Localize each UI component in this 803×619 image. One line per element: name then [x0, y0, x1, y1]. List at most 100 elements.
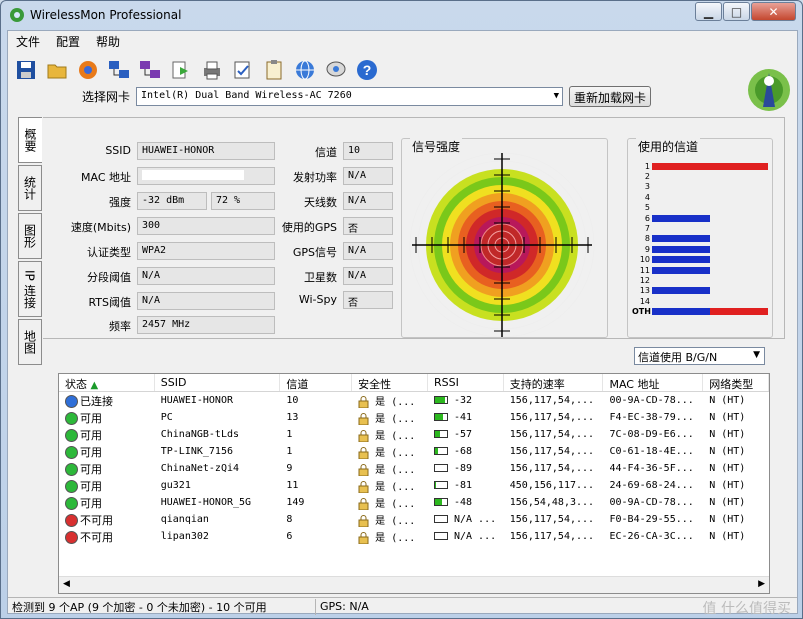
menu-config[interactable]: 配置 — [54, 33, 82, 50]
cell-mac: 00-9A-CD-78... — [609, 395, 694, 406]
table-row[interactable]: 不可用 qianqian 8 是 (... N/A ... 156,117,54,... F… — [59, 511, 769, 528]
rssi-bar — [433, 498, 448, 506]
help-icon[interactable]: ? — [353, 56, 380, 83]
watermark: 值 什么值得买 — [702, 601, 791, 617]
tab-graph[interactable]: 图形 — [18, 213, 42, 259]
cell-ssid: HUAWEI-HONOR — [160, 395, 233, 406]
cell-status: 可用 — [59, 444, 155, 460]
record-icon[interactable] — [74, 56, 101, 83]
adapter-label: 选择网卡 — [82, 90, 131, 104]
ssid-value: HUAWEI-HONOR — [137, 142, 275, 160]
tab-statistics[interactable]: 统计 — [18, 165, 42, 211]
table-row[interactable]: 可用 HUAWEI-HONOR_5G 149 是 (... -48 156,54,48,3… — [59, 494, 769, 511]
chevron-down-icon: ▼ — [553, 91, 560, 101]
cell-ssid: lipan302 — [160, 531, 209, 542]
cell-rates: 156,117,54,... — [509, 514, 595, 525]
frag-value: N/A — [137, 267, 275, 285]
save-icon[interactable] — [12, 56, 39, 83]
table-row[interactable]: 可用 ChinaNet-zQi4 9 是 (... -89 156,117,54,... 4… — [59, 460, 769, 477]
channel-mode-value: 信道使用 B/G/N — [638, 351, 718, 364]
cell-mac: 7C-08-D9-E6... — [609, 429, 694, 440]
table-row[interactable]: 可用 ChinaNGB-tLds 1 是 (... -57 156,117,54,... 7… — [59, 426, 769, 443]
header-rssi[interactable]: RSSI — [428, 374, 504, 391]
rts-label: RTS阈值 — [88, 296, 131, 309]
header-nettype[interactable]: 网络类型 — [703, 374, 770, 391]
channel-label: 信道 — [315, 146, 337, 159]
lock-icon — [358, 430, 369, 442]
report-icon[interactable] — [229, 56, 256, 83]
scroll-right-icon[interactable]: ▶ — [758, 579, 765, 589]
tab-summary[interactable]: 概要 — [18, 117, 42, 163]
cell-nettype: N (HT) — [709, 446, 746, 457]
cell-nettype: N (HT) — [709, 497, 746, 508]
wirelessmon-logo — [748, 69, 790, 111]
maximize-button[interactable]: □ — [723, 2, 750, 21]
lock-icon — [358, 515, 369, 527]
table-row[interactable]: 不可用 lipan302 6 是 (... N/A ... 156,117,54,... E… — [59, 528, 769, 545]
globe-icon[interactable] — [291, 56, 318, 83]
channel-bar — [652, 214, 710, 222]
strength-percent: 72 % — [211, 192, 275, 210]
table-row[interactable]: 可用 TP-LINK_7156 1 是 (... -68 156,117,54,... C0… — [59, 443, 769, 460]
horizontal-scrollbar[interactable]: ◀ ▶ — [59, 576, 769, 593]
table-row[interactable]: 可用 gu321 11 是 (... -81 450,156,117... 24-69-68… — [59, 477, 769, 494]
cell-status: 不可用 — [59, 512, 155, 528]
cell-rates: 156,117,54,... — [509, 531, 595, 542]
txpower-label: 发射功率 — [293, 171, 337, 184]
cell-mac: 44-F4-36-5F... — [609, 463, 694, 474]
satellite-value: N/A — [343, 267, 393, 285]
clipboard-icon[interactable] — [260, 56, 287, 83]
channel-bar — [652, 266, 710, 274]
channel-label: 10 — [639, 255, 650, 265]
status-dot-icon — [65, 480, 78, 493]
app-window: WirelessMon Professional ▁ □ ✕ 文件 配置 帮助 … — [0, 0, 803, 619]
channel-row-1: 1 — [632, 161, 770, 171]
cell-nettype: N (HT) — [709, 412, 746, 423]
chat-icon[interactable] — [322, 56, 349, 83]
table-row[interactable]: 已连接 HUAWEI-HONOR 10 是 (... -32 156,117,54,...… — [59, 392, 769, 409]
menu-file[interactable]: 文件 — [14, 33, 42, 50]
speed-value: 300 — [137, 217, 275, 235]
close-button[interactable]: ✕ — [751, 2, 796, 21]
open-folder-icon[interactable] — [43, 56, 70, 83]
cell-channel: 8 — [286, 514, 293, 525]
client-area: 文件 配置 帮助 ? 选择网卡 Intel(R) Dual Band Wirel… — [7, 30, 798, 617]
status-dot-icon — [65, 412, 78, 425]
menu-help[interactable]: 帮助 — [94, 33, 122, 50]
header-mac[interactable]: MAC 地址 — [603, 374, 704, 391]
chevron-down-icon: ▼ — [753, 350, 760, 360]
scroll-left-icon[interactable]: ◀ — [63, 579, 70, 589]
satellite-label: 卫星数 — [304, 271, 337, 284]
ap-list-table: 状态 ▲ SSID 信道 安全性 RSSI 支持的速率 MAC 地址 网络类型 … — [58, 373, 770, 594]
header-rates[interactable]: 支持的速率 — [504, 374, 604, 391]
channel-mode-select[interactable]: 信道使用 B/G/N ▼ — [634, 347, 765, 365]
channel-row-2: 2 — [632, 171, 770, 181]
cell-channel: 9 — [286, 463, 293, 474]
channel-label: 3 — [644, 182, 650, 192]
channel-label: 9 — [644, 244, 650, 254]
cell-mac: F4-EC-38-79... — [609, 412, 694, 423]
mac-label: MAC 地址 — [81, 171, 131, 184]
header-channel[interactable]: 信道 — [280, 374, 353, 391]
tab-ip-connection[interactable]: IP 连接 — [18, 261, 42, 317]
export-icon[interactable] — [167, 56, 194, 83]
header-ssid[interactable]: SSID — [155, 374, 281, 391]
print-icon[interactable] — [198, 56, 225, 83]
minimize-button[interactable]: ▁ — [695, 2, 722, 21]
header-security[interactable]: 安全性 — [352, 374, 428, 391]
adapter-select[interactable]: Intel(R) Dual Band Wireless-AC 7260 ▼ — [136, 87, 564, 106]
auth-label: 认证类型 — [87, 246, 131, 259]
cell-channel: 6 — [286, 531, 293, 542]
channel-bar — [652, 256, 710, 264]
network-purple-icon[interactable] — [136, 56, 163, 83]
network-icon[interactable] — [105, 56, 132, 83]
cell-rssi: -81 — [428, 480, 504, 491]
tab-map[interactable]: 地图 — [18, 319, 42, 365]
reload-adapter-button[interactable]: 重新加载网卡 — [569, 86, 652, 107]
channel-usage-chart: 1 2 3 4 5 6 7 8 9 10 11 12 13 14 OTH — [632, 161, 770, 317]
lock-icon — [358, 413, 369, 425]
header-status[interactable]: 状态 ▲ — [59, 374, 155, 391]
cell-rates: 450,156,117... — [509, 480, 595, 491]
table-row[interactable]: 可用 PC 13 是 (... -41 156,117,54,... F4-EC-38-79… — [59, 409, 769, 426]
status-dot-icon — [65, 497, 78, 510]
